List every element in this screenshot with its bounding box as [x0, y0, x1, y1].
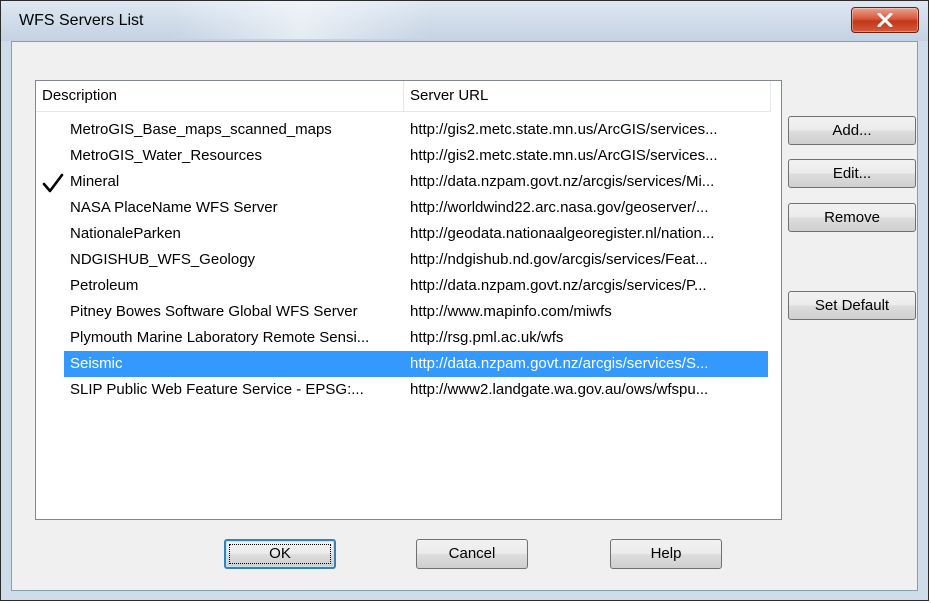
- list-row[interactable]: MetroGIS_Base_maps_scanned_maps http://gi…: [36, 117, 771, 143]
- wfs-servers-dialog: WFS Servers List Description Server URL …: [0, 0, 929, 601]
- list-row[interactable]: SLIP Public Web Feature Service - EPSG:.…: [36, 377, 771, 403]
- row-server-url: http://rsg.pml.ac.uk/wfs: [410, 329, 564, 346]
- list-row[interactable]: NationaleParken http://geodata.nationaalg…: [36, 221, 771, 247]
- list-row[interactable]: Pitney Bowes Software Global WFS Server h…: [36, 299, 771, 325]
- row-description: NDGISHUB_WFS_Geology: [70, 251, 256, 268]
- cancel-button[interactable]: Cancel: [416, 539, 528, 569]
- remove-button[interactable]: Remove: [788, 203, 916, 232]
- row-description: MetroGIS_Water_Resources: [70, 147, 263, 164]
- column-header-description[interactable]: Description: [36, 81, 404, 111]
- title-bar-reflection: [171, 1, 431, 39]
- row-server-url: http://data.nzpam.govt.nz/arcgis/service…: [410, 277, 707, 294]
- column-header-server-url[interactable]: Server URL: [404, 81, 771, 111]
- row-description: SLIP Public Web Feature Service - EPSG:.…: [70, 381, 364, 398]
- list-rows: MetroGIS_Base_maps_scanned_maps http://gi…: [36, 117, 771, 403]
- row-server-url: http://worldwind22.arc.nasa.gov/geoserve…: [410, 199, 709, 216]
- row-server-url: http://gis2.metc.state.mn.us/ArcGIS/serv…: [410, 147, 718, 164]
- ok-button[interactable]: OK: [224, 539, 336, 569]
- list-row[interactable]: Petroleum http://data.nzpam.govt.nz/arcgi…: [36, 273, 771, 299]
- row-server-url: http://ndgishub.nd.gov/arcgis/services/F…: [410, 251, 708, 268]
- row-server-url: http://data.nzpam.govt.nz/arcgis/service…: [410, 355, 709, 372]
- row-description: Petroleum: [70, 277, 139, 294]
- row-server-url: http://www2.landgate.wa.gov.au/ows/wfspu…: [410, 381, 709, 398]
- dialog-title: WFS Servers List: [19, 12, 144, 29]
- list-row[interactable]: Plymouth Marine Laboratory Remote Sensi.…: [36, 325, 771, 351]
- ok-focus-rect: [229, 544, 331, 564]
- title-bar[interactable]: WFS Servers List: [1, 1, 928, 41]
- row-description: NationaleParken: [70, 225, 181, 242]
- list-header: Description Server URL: [36, 81, 771, 112]
- row-description: Plymouth Marine Laboratory Remote Sensi.…: [70, 329, 370, 346]
- list-row[interactable]: NASA PlaceName WFS Server http://worldwin…: [36, 195, 771, 221]
- row-description: Seismic: [70, 355, 123, 372]
- checkmark-icon: [42, 173, 64, 193]
- row-server-url: http://gis2.metc.state.mn.us/ArcGIS/serv…: [410, 121, 718, 138]
- help-button[interactable]: Help: [610, 539, 722, 569]
- list-row[interactable]: NDGISHUB_WFS_Geology http://ndgishub.nd.g…: [36, 247, 771, 273]
- add-button[interactable]: Add...: [788, 116, 916, 145]
- close-icon: [877, 13, 893, 27]
- edit-button[interactable]: Edit...: [788, 159, 916, 188]
- row-description: MetroGIS_Base_maps_scanned_maps: [70, 121, 332, 138]
- server-list[interactable]: Description Server URL MetroGIS_Base_map…: [35, 80, 782, 520]
- set-default-button[interactable]: Set Default: [788, 291, 916, 320]
- row-description: Pitney Bowes Software Global WFS Server: [70, 303, 358, 320]
- list-row[interactable]: MetroGIS_Water_Resources http://gis2.metc…: [36, 143, 771, 169]
- row-description: Mineral: [70, 173, 120, 190]
- list-row[interactable]: Mineral http://data.nzpam.govt.nz/arcgis/…: [36, 169, 771, 195]
- row-description: NASA PlaceName WFS Server: [70, 199, 278, 216]
- dialog-client-area: Description Server URL MetroGIS_Base_map…: [11, 41, 918, 591]
- close-button[interactable]: [851, 7, 919, 33]
- row-server-url: http://data.nzpam.govt.nz/arcgis/service…: [410, 173, 715, 190]
- row-server-url: http://geodata.nationaalgeoregister.nl/n…: [410, 225, 715, 242]
- list-row[interactable]: Seismic http://data.nzpam.govt.nz/arcgis/…: [36, 351, 771, 377]
- row-server-url: http://www.mapinfo.com/miwfs: [410, 303, 612, 320]
